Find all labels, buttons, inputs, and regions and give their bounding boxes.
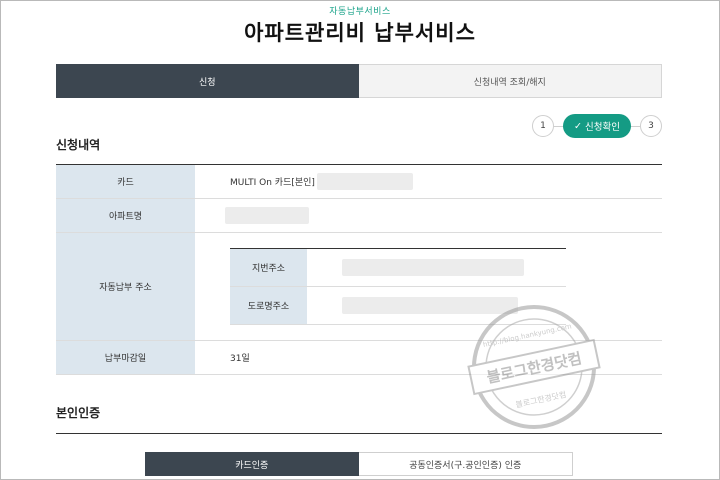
card-cell: MULTI On 카드[본인] bbox=[195, 165, 662, 198]
watermark-ring-bottom: 블로그한경닷컴 bbox=[515, 389, 567, 409]
table-row: 납부마감일 31일 bbox=[56, 341, 662, 375]
road-address-cell bbox=[307, 287, 566, 324]
apt-name-cell bbox=[195, 199, 662, 232]
step-3: 3 bbox=[639, 115, 662, 137]
table-row: 아파트명 bbox=[56, 199, 662, 233]
section-divider bbox=[56, 433, 662, 434]
lot-address-cell bbox=[307, 249, 566, 286]
tab-certificate-auth[interactable]: 공동인증서(구.공인인증) 인증 bbox=[358, 452, 573, 476]
step-indicator: 1 ✓ 신청확인 3 bbox=[532, 114, 662, 138]
service-label: 자동납부서비스 bbox=[329, 7, 391, 17]
check-icon: ✓ bbox=[574, 120, 582, 132]
step-2-current: ✓ 신청확인 bbox=[563, 114, 631, 138]
step-1: 1 bbox=[532, 115, 554, 137]
auth-tabs: 카드인증 공동인증서(구.공인인증) 인증 bbox=[145, 452, 573, 476]
address-cell: 지번주소 도로명주소 bbox=[195, 233, 662, 340]
tab-history-cancel[interactable]: 신청내역 조회/해지 bbox=[358, 64, 662, 98]
due-day-label: 납부마감일 bbox=[56, 341, 195, 374]
redacted-field bbox=[342, 259, 524, 276]
table-row: 카드 MULTI On 카드[본인] bbox=[56, 165, 662, 199]
step-2-label: 신청확인 bbox=[584, 122, 620, 133]
auth-section-title: 본인인증 bbox=[56, 406, 101, 420]
step-connector bbox=[630, 125, 640, 127]
main-tabs: 신청 신청내역 조회/해지 bbox=[56, 64, 662, 98]
table-row: 자동납부 주소 지번주소 도로명주소 bbox=[56, 233, 662, 341]
redacted-field bbox=[225, 207, 309, 224]
card-value: MULTI On 카드[본인] bbox=[230, 178, 315, 188]
road-address-label: 도로명주소 bbox=[230, 287, 307, 324]
address-row: 지번주소 bbox=[230, 249, 566, 287]
card-label: 카드 bbox=[56, 165, 195, 198]
due-day-value: 31일 bbox=[230, 354, 250, 364]
application-table: 카드 MULTI On 카드[본인] 아파트명 자동납부 주소 지번주소 도로명… bbox=[56, 165, 662, 375]
address-row: 도로명주소 bbox=[230, 287, 566, 325]
redacted-field bbox=[316, 173, 413, 190]
redacted-field bbox=[342, 297, 518, 314]
lot-address-label: 지번주소 bbox=[230, 249, 307, 286]
tab-card-auth[interactable]: 카드인증 bbox=[145, 452, 359, 476]
address-subtable: 지번주소 도로명주소 bbox=[230, 248, 566, 325]
page-title: 아파트관리비 납부서비스 bbox=[244, 21, 476, 45]
application-section-title: 신청내역 bbox=[56, 138, 101, 152]
tab-apply[interactable]: 신청 bbox=[56, 64, 359, 98]
address-label: 자동납부 주소 bbox=[56, 233, 195, 340]
step-connector bbox=[554, 125, 563, 127]
apt-name-label: 아파트명 bbox=[56, 199, 195, 232]
